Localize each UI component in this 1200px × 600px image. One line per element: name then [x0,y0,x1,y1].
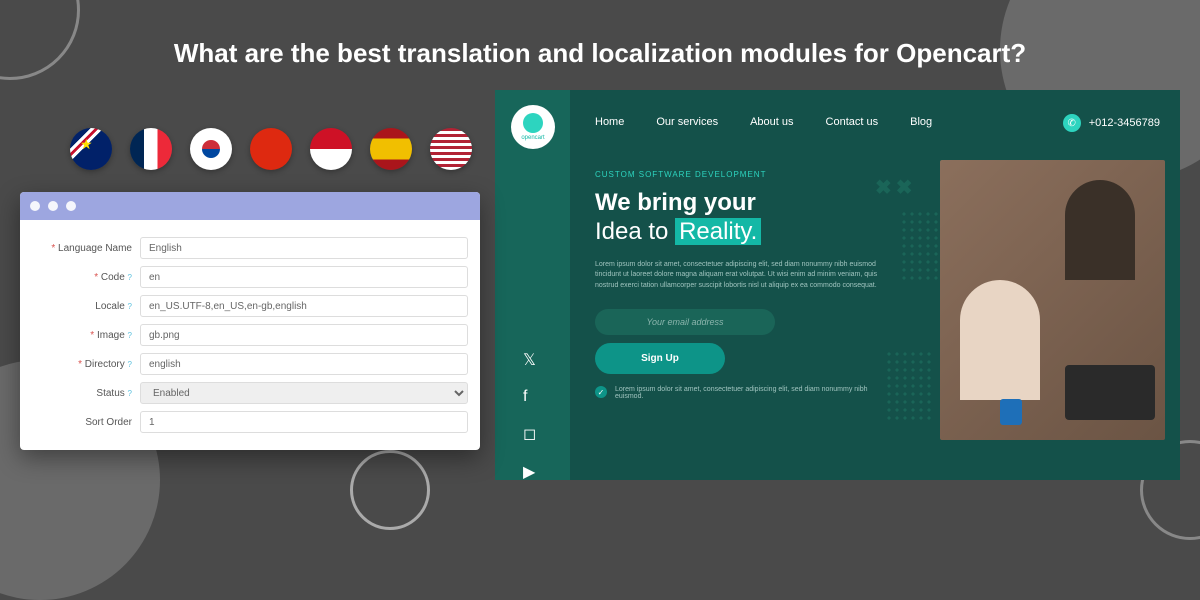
label-status: Status ? [32,388,140,399]
label-locale: Locale ? [32,301,140,312]
youtube-icon[interactable]: ▶ [523,462,536,480]
hero-accent: Reality. [675,218,761,245]
flag-fr-icon [130,128,172,170]
flag-us-icon [430,128,472,170]
logo-icon [523,113,543,133]
laptop-illustration [1065,365,1155,420]
label-language-name: * Language Name [32,243,140,254]
phone-icon: ✆ [1063,114,1081,132]
language-form-window: * Language Name * Code ? Locale ? * Imag… [20,192,480,450]
select-status[interactable]: Enabled [140,382,468,404]
input-locale[interactable] [140,295,468,317]
flag-es-icon [370,128,412,170]
nav-contact[interactable]: Contact us [826,116,879,128]
hero-section: CUSTOM SOFTWARE DEVELOPMENT We bring you… [595,170,925,400]
person-illustration [960,280,1040,400]
instagram-icon[interactable]: ◻ [523,424,536,444]
window-dot-icon [30,201,40,211]
window-titlebar [20,192,480,220]
person-illustration [1065,180,1135,280]
hero-heading-1: We bring your [595,189,925,218]
hero-subtitle: CUSTOM SOFTWARE DEVELOPMENT [595,170,925,179]
input-directory[interactable] [140,353,468,375]
help-icon: ? [128,331,132,340]
phone-number: +012-3456789 [1089,117,1160,129]
hero-heading-2: Idea to Reality. [595,218,925,246]
flag-kr-icon [190,128,232,170]
form-body: * Language Name * Code ? Locale ? * Imag… [20,220,480,450]
window-dot-icon [66,201,76,211]
flag-id-icon [310,128,352,170]
nav-home[interactable]: Home [595,116,624,128]
input-code[interactable] [140,266,468,288]
help-icon: ? [128,302,132,311]
label-code: * Code ? [32,272,140,283]
logo: opencart [511,105,555,149]
decor-circle-mid [350,450,430,530]
input-language-name[interactable] [140,237,468,259]
help-icon: ? [128,389,132,398]
input-image[interactable] [140,324,468,346]
social-icons: 𝕏 f ◻ ▶ [523,350,536,480]
nav-blog[interactable]: Blog [910,116,932,128]
help-icon: ? [128,360,132,369]
phone-contact: ✆ +012-3456789 [1063,114,1160,132]
help-icon: ? [128,273,132,282]
window-dot-icon [48,201,58,211]
website-preview: opencart 𝕏 f ◻ ▶ Home Our services About… [495,90,1180,480]
logo-text: opencart [521,135,544,141]
twitter-icon[interactable]: 𝕏 [523,350,536,370]
label-image: * Image ? [32,330,140,341]
signup-button[interactable]: Sign Up [595,343,725,374]
main-nav: Home Our services About us Contact us Bl… [595,116,932,128]
hero-description: Lorem ipsum dolor sit amet, consectetuer… [595,260,895,292]
page-title: What are the best translation and locali… [0,38,1200,69]
nav-services[interactable]: Our services [656,116,718,128]
label-directory: * Directory ? [32,359,140,370]
check-icon: ✓ [595,386,607,398]
hero-image [940,160,1165,440]
check-text: ✓ Lorem ipsum dolor sit amet, consectetu… [595,386,875,400]
input-sort-order[interactable] [140,411,468,433]
flag-cn-icon [250,128,292,170]
email-input[interactable]: Your email address [595,309,775,335]
mug-illustration [1000,399,1022,425]
label-sort-order: Sort Order [32,417,140,428]
facebook-icon[interactable]: f [523,388,536,406]
nav-about[interactable]: About us [750,116,793,128]
flag-row [70,128,472,170]
